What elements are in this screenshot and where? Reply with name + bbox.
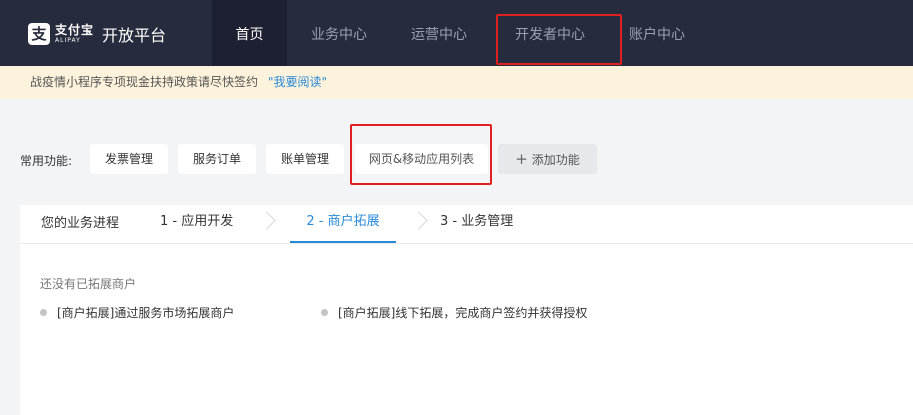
logo-chinese-text: 支付宝 — [55, 23, 95, 37]
chevron-right-icon — [409, 211, 428, 230]
invoice-management-button[interactable]: 发票管理 — [90, 144, 168, 174]
task-label: [商户拓展]线下拓展，完成商户签约并获得授权 — [338, 306, 588, 320]
web-mobile-app-list-button[interactable]: 网页&移动应用列表 — [355, 144, 488, 174]
nav-item-operations-center[interactable]: 运营中心 — [394, 0, 484, 66]
alipay-logo[interactable]: 支 支付宝 ALIPAY 开放平台 — [28, 22, 166, 46]
chevron-right-icon — [257, 211, 276, 230]
notice-text: 战疫情小程序专项现金扶持政策请尽快签约 — [30, 75, 259, 89]
add-function-button[interactable]: + 添加功能 — [498, 144, 597, 174]
notice-read-link[interactable]: "我要阅读" — [268, 66, 327, 99]
dot-icon — [321, 309, 328, 316]
task-label: [商户拓展]通过服务市场拓展商户 — [57, 306, 235, 320]
service-orders-button[interactable]: 服务订单 — [178, 144, 256, 174]
task-item[interactable]: [商户拓展]通过服务市场拓展商户 — [40, 304, 234, 321]
nav-item-home[interactable]: 首页 — [212, 0, 287, 66]
quick-functions-label: 常用功能: — [20, 154, 73, 168]
step-merchant-expansion[interactable]: 2 - 商户拓展 — [290, 205, 396, 243]
logo-wordmark: 支付宝 ALIPAY — [55, 24, 94, 44]
nav-item-developer-center[interactable]: 开发者中心 — [498, 0, 602, 66]
alipay-logo-icon: 支 — [28, 23, 50, 45]
logo-english-text: ALIPAY — [55, 37, 81, 44]
notice-banner: 战疫情小程序专项现金扶持政策请尽快签约 "我要阅读" — [0, 66, 913, 99]
top-navigation-bar: 支 支付宝 ALIPAY 开放平台 首页 业务中心 运营中心 开发者中心 账户中… — [0, 0, 913, 66]
bill-management-button[interactable]: 账单管理 — [266, 144, 344, 174]
dot-icon — [40, 309, 47, 316]
platform-title: 开放平台 — [102, 26, 167, 45]
task-item[interactable]: [商户拓展]线下拓展，完成商户签约并获得授权 — [321, 304, 587, 321]
step-business-management[interactable]: 3 - 业务管理 — [440, 205, 513, 243]
nav-item-business-center[interactable]: 业务中心 — [294, 0, 384, 66]
empty-merchants-text: 还没有已拓展商户 — [40, 277, 137, 291]
add-function-label: 添加功能 — [531, 153, 580, 167]
plus-icon: + — [515, 150, 528, 168]
nav-item-account-center[interactable]: 账户中心 — [612, 0, 702, 66]
step-app-development[interactable]: 1 - 应用开发 — [160, 205, 233, 243]
business-progress-panel: 您的业务进程 1 - 应用开发 2 - 商户拓展 3 - 业务管理 还没有已拓展… — [20, 205, 913, 415]
progress-title: 您的业务进程 — [41, 216, 120, 231]
progress-steps: 您的业务进程 1 - 应用开发 2 - 商户拓展 3 - 业务管理 — [20, 205, 913, 244]
